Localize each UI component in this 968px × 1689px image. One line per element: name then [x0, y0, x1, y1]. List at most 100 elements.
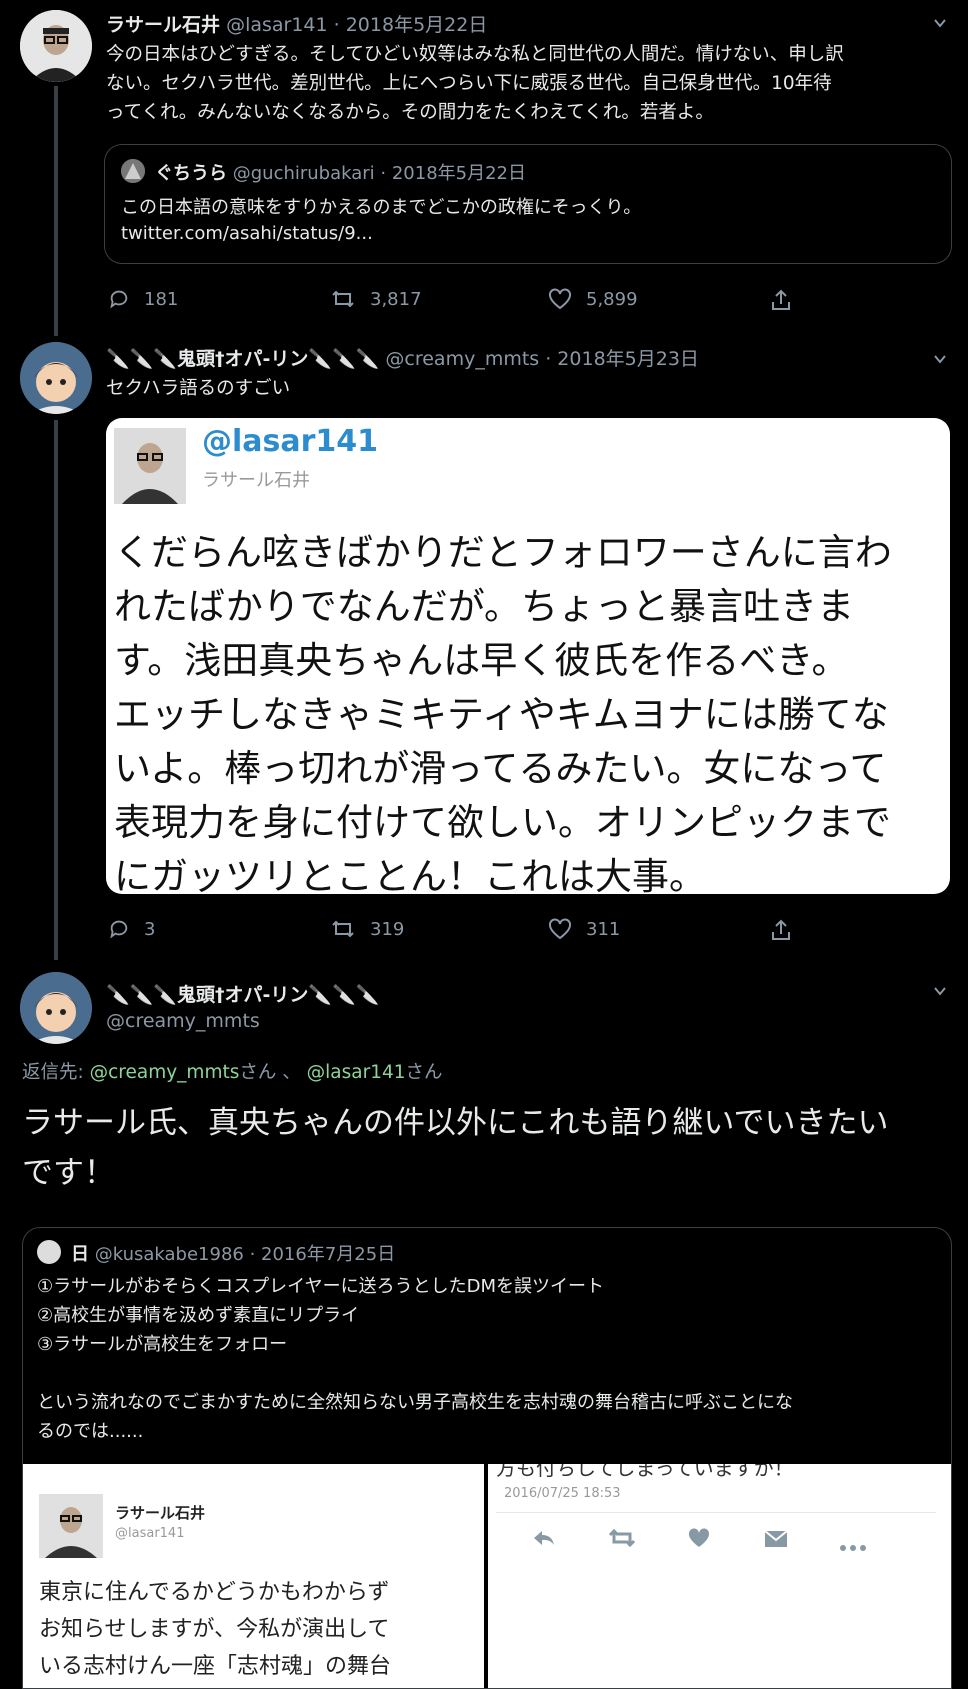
- right-image-reply-icon: [532, 1528, 556, 1552]
- tweet1-retweet-count: 3,817: [370, 288, 422, 310]
- tweet2-text: セクハラ語るのすごい: [106, 378, 291, 399]
- tweet2-retweet-button[interactable]: 319: [330, 918, 404, 940]
- reply-san-1: さん 、: [239, 1062, 307, 1083]
- avatar-lasar141[interactable]: [20, 10, 92, 82]
- tweet2-reply-button[interactable]: 3: [108, 918, 155, 940]
- tweet3-quote-card[interactable]: 日 @kusakabe1986 · 2016年7月25日 ①ラサールがおそらくコ…: [22, 1227, 952, 1689]
- quote3-text: ①ラサールがおそらくコスプレイヤーに送ろうとしたDMを誤ツイート ②高校生が事情…: [37, 1272, 937, 1446]
- share-icon: [772, 289, 790, 310]
- tweet1-line: 今の日本はひどすぎる。そしてひどい奴等はみな私と同世代の人間だ。情けない、申し訳: [106, 44, 844, 65]
- quote3-image-right[interactable]: 方も付ちしてしまっていますか！ 2016/07/25 18:53: [488, 1464, 951, 1688]
- quote3-header: 日 @kusakabe1986 · 2016年7月25日: [71, 1240, 395, 1266]
- quote-avatar-kusakabe1986: [37, 1240, 61, 1264]
- tweet1-author-name[interactable]: ラサール石井: [106, 14, 220, 36]
- retweet-icon: [332, 290, 354, 308]
- tweet3-handle[interactable]: @creamy_mmts: [106, 1010, 260, 1032]
- tweet1-retweet-button[interactable]: 3,817: [330, 288, 422, 310]
- quote3-line: ③ラサールが高校生をフォロー: [37, 1334, 288, 1355]
- image-avatar-lasar141: [114, 428, 186, 504]
- quote1-header: ぐちうら @guchirubakari · 2018年5月22日: [155, 159, 526, 185]
- right-image-dm-icon: [764, 1528, 788, 1552]
- tweet1-header: ラサール石井 @lasar141 · 2018年5月22日: [106, 10, 487, 37]
- tweet1-reply-count: 181: [144, 288, 179, 310]
- quote-avatar-guchiura: [121, 159, 145, 183]
- image-tweet-text: くだらん呟きばかりだとフォロワーさんに言わ れたばかりでなんだが。ちょっと暴言吐…: [114, 526, 944, 894]
- image-text-line: れたばかりでなんだが。ちょっと暴言吐きま: [114, 585, 854, 628]
- quote3-author-name: 日: [71, 1244, 89, 1265]
- quote3-handle-date: @kusakabe1986 · 2016年7月25日: [94, 1244, 396, 1265]
- tweet3-text: ラサール氏、真央ちゃんの件以外にこれも語り継いでいきたい です！: [22, 1098, 888, 1198]
- reply-to-lasar141[interactable]: @lasar141: [307, 1062, 406, 1083]
- tweet1-menu-chevron-icon[interactable]: [933, 16, 947, 30]
- tweet2-reply-count: 3: [144, 918, 156, 940]
- thread-line-1: [54, 86, 58, 336]
- quote1-link[interactable]: twitter.com/asahi/status/9...: [121, 223, 373, 244]
- left-image-line: お知らせしますが、今私が演出して: [39, 1617, 390, 1642]
- right-image-heart-icon: [688, 1528, 710, 1552]
- image-text-line: エッチしなきゃミキティやキムヨナには勝てな: [114, 693, 889, 736]
- tweet1-text: 今の日本はひどすぎる。そしてひどい奴等はみな私と同世代の人間だ。情けない、申し訳…: [106, 40, 956, 127]
- tweet1-share-button[interactable]: [770, 288, 792, 312]
- reply-icon: [110, 920, 128, 939]
- tweet1-line: ない。セクハラ世代。差別世代。上にへつらい下に威張る世代。自己保身世代。10年待: [106, 73, 832, 94]
- left-image-line: いる志村けん一座「志村魂」の舞台: [39, 1654, 392, 1679]
- tweet2-menu-chevron-icon[interactable]: [933, 352, 947, 366]
- tweet2-handle-date[interactable]: @creamy_mmts · 2018年5月23日: [385, 348, 699, 370]
- tweet2-author-name[interactable]: 🔪🔪🔪鬼頭†オパ-リン🔪🔪🔪: [106, 348, 379, 370]
- tweet3-menu-chevron-icon[interactable]: [933, 984, 947, 998]
- quote1-handle-date: @guchirubakari · 2018年5月22日: [232, 163, 527, 184]
- avatar-creamy-mmts[interactable]: [20, 342, 92, 414]
- left-image-name: ラサール石井: [115, 1504, 206, 1522]
- quote3-line: [37, 1359, 937, 1388]
- right-image-more-icon: [840, 1536, 866, 1555]
- tweet2-header: 🔪🔪🔪鬼頭†オパ-リン🔪🔪🔪 @creamy_mmts · 2018年5月23日: [106, 344, 699, 371]
- quote1-text: この日本語の意味をすりかえるのまでどこかの政権にそっくり。: [121, 197, 642, 218]
- image-text-line: にガッツリとことん！これは大事。: [114, 855, 706, 894]
- image-handle: @lasar141: [202, 424, 379, 459]
- tweet1-reply-button[interactable]: 181: [108, 288, 178, 310]
- reply-icon: [110, 290, 128, 309]
- tweet2-image[interactable]: @lasar141 ラサール石井 くだらん呟きばかりだとフォロワーさんに言わ れ…: [106, 418, 950, 894]
- reply-prefix: 返信先:: [22, 1062, 90, 1083]
- avatar-creamy-mmts[interactable]: [20, 972, 92, 1044]
- image-text-line: いよ。棒っ切れが滑ってるみたい。女になって: [114, 747, 887, 790]
- quote3-line: という流れなのでごまかすために全然知らない男子高校生を志村魂の舞台稽古に呼ぶこと…: [37, 1392, 793, 1413]
- right-image-top-text: 方も付ちしてしまっていますか！: [496, 1464, 794, 1480]
- tweet2-like-count: 311: [586, 918, 621, 940]
- image-text-line: す。浅田真央ちゃんは早く彼氏を作るべき。: [114, 639, 849, 682]
- left-image-avatar: [39, 1494, 103, 1558]
- left-image-line: 東京に住んでるかどうかもわからず: [39, 1580, 390, 1605]
- tweet1-handle-date[interactable]: @lasar141 · 2018年5月22日: [226, 14, 487, 36]
- tweet1-quote-card[interactable]: ぐちうら @guchirubakari · 2018年5月22日 この日本語の意…: [104, 144, 952, 264]
- right-image-timestamp: 2016/07/25 18:53: [504, 1486, 621, 1501]
- tweet2-like-button[interactable]: 311: [548, 918, 620, 940]
- quote3-image-left[interactable]: ラサール石井 @lasar141 東京に住んでるかどうかもわからず お知らせしま…: [23, 1464, 484, 1688]
- quote3-line: るのでは......: [37, 1421, 144, 1442]
- tweet3-line: ラサール氏、真央ちゃんの件以外にこれも語り継いでいきたい: [22, 1105, 889, 1141]
- share-icon: [772, 919, 790, 940]
- image-text-line: 表現力を身に付けて欲しい。オリンピックまで: [114, 801, 891, 844]
- image-text-line: くだらん呟きばかりだとフォロワーさんに言わ: [114, 531, 892, 574]
- heart-icon: [549, 918, 571, 940]
- right-image-divider: [496, 1512, 936, 1513]
- thread-line-2: [54, 420, 58, 960]
- tweet1-like-button[interactable]: 5,899: [548, 288, 638, 310]
- tweet3-author-name[interactable]: 🔪🔪🔪鬼頭†オパ-リン🔪🔪🔪: [106, 980, 379, 1007]
- reply-san-2: さん: [405, 1062, 443, 1083]
- reply-to-creamy-mmts[interactable]: @creamy_mmts: [90, 1062, 240, 1083]
- right-image-retweet-icon: [608, 1528, 636, 1552]
- tweet2-retweet-count: 319: [370, 918, 405, 940]
- retweet-icon: [332, 920, 354, 938]
- left-image-text: 東京に住んでるかどうかもわからず お知らせしますが、今私が演出して いる志村けん…: [39, 1574, 391, 1685]
- quote1-author-name: ぐちうら: [155, 163, 227, 184]
- heart-icon: [549, 288, 571, 310]
- tweet1-line: ってくれ。みんないなくなるから。その間力をたくわえてくれ。若者よ。: [106, 102, 714, 123]
- image-author-name: ラサール石井: [202, 470, 310, 491]
- tweet3-reply-context: 返信先: @creamy_mmtsさん 、 @lasar141さん: [22, 1058, 443, 1084]
- left-image-handle: @lasar141: [115, 1526, 185, 1541]
- tweet2-share-button[interactable]: [770, 918, 792, 942]
- quote3-line: ①ラサールがおそらくコスプレイヤーに送ろうとしたDMを誤ツイート: [37, 1276, 604, 1297]
- quote3-line: ②高校生が事情を汲めず素直にリプライ: [37, 1305, 360, 1326]
- tweet1-like-count: 5,899: [586, 288, 638, 310]
- tweet3-line: です！: [22, 1155, 115, 1191]
